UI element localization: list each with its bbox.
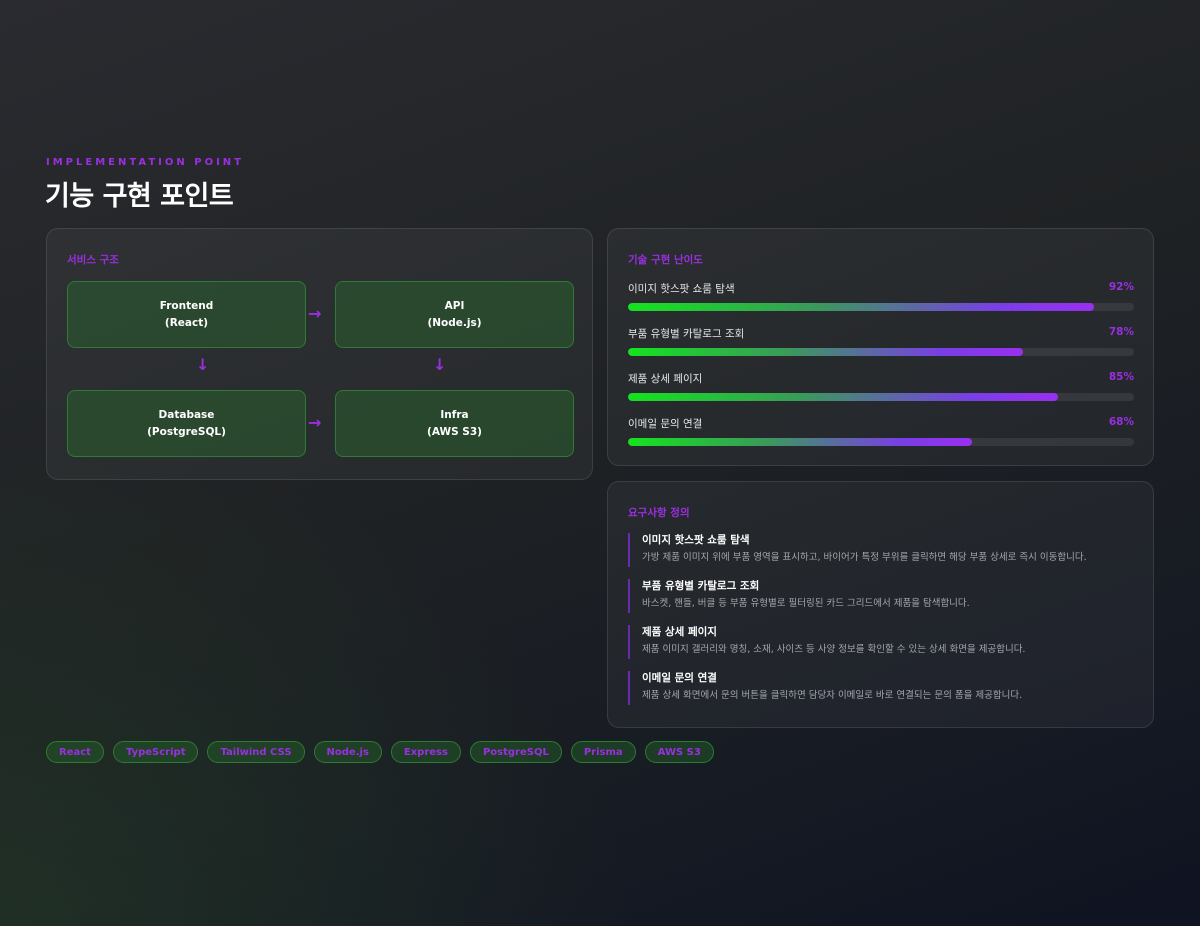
progress-fill	[628, 438, 973, 446]
difficulty-card: 기술 구현 난이도 이미지 핫스팟 쇼룸 탐색 92% 부품 유형별 카탈로그 …	[607, 228, 1154, 466]
requirement-item: 제품 상세 페이지 제품 이미지 갤러리와 명칭, 소재, 사이즈 등 사양 정…	[628, 625, 1134, 659]
tech-tag: PostgreSQL	[469, 741, 562, 763]
tech-tag: AWS S3	[644, 741, 714, 763]
tech-tag: Node.js	[313, 741, 382, 763]
frontend-node: Frontend (React)	[67, 281, 306, 348]
requirement-item: 이메일 문의 연결 제품 상세 화면에서 문의 버튼을 클릭하면 담당자 이메일…	[628, 671, 1134, 705]
arrow-down-icon: ↓	[433, 355, 447, 374]
tech-tag: Express	[390, 741, 461, 763]
requirement-desc: 제품 상세 화면에서 문의 버튼을 클릭하면 담당자 이메일로 바로 연결되는 …	[642, 690, 1023, 701]
node-name: Infra	[440, 408, 469, 421]
progress-track	[628, 303, 1134, 311]
requirement-title: 이메일 문의 연결	[642, 672, 717, 684]
arrow-right-icon: →	[308, 413, 322, 432]
arrow-right-icon: →	[308, 304, 322, 323]
requirements-card: 요구사항 정의 이미지 핫스팟 쇼룸 탐색 가방 제품 이미지 위에 부품 영역…	[607, 481, 1154, 728]
progress-track	[628, 348, 1134, 356]
difficulty-percent: 92%	[1108, 281, 1134, 293]
tech-tag-list: React TypeScript Tailwind CSS Node.js Ex…	[46, 741, 714, 763]
infra-node: Infra (AWS S3)	[335, 390, 574, 457]
progress-track	[628, 438, 1134, 446]
node-tech: (React)	[164, 316, 209, 329]
difficulty-percent: 85%	[1108, 371, 1134, 383]
node-tech: (AWS S3)	[427, 425, 482, 438]
requirement-item: 부품 유형별 카탈로그 조회 바스켓, 핸들, 버클 등 부품 유형별로 필터링…	[628, 579, 1134, 613]
requirement-desc: 가방 제품 이미지 위에 부품 영역을 표시하고, 바이어가 특정 부위를 클릭…	[642, 552, 1087, 563]
tech-tag: Tailwind CSS	[207, 741, 305, 763]
tech-tag: Prisma	[570, 741, 636, 763]
progress-track	[628, 393, 1134, 401]
eyebrow-label: IMPLEMENTATION POINT	[46, 157, 244, 168]
requirement-title: 이미지 핫스팟 쇼룸 탐색	[642, 534, 750, 546]
difficulty-row: 제품 상세 페이지 85%	[628, 371, 1134, 401]
requirements-label: 요구사항 정의	[628, 507, 690, 519]
node-tech: (Node.js)	[427, 316, 482, 329]
difficulty-percent: 78%	[1108, 326, 1134, 338]
tech-tag: React	[46, 741, 104, 763]
database-node: Database (PostgreSQL)	[67, 390, 306, 457]
api-node: API (Node.js)	[335, 281, 574, 348]
arrow-down-icon: ↓	[196, 355, 210, 374]
progress-fill	[628, 303, 1094, 311]
node-name: Frontend	[159, 299, 214, 312]
requirement-title: 부품 유형별 카탈로그 조회	[642, 580, 760, 592]
architecture-card: 서비스 구조 Frontend (React) API (Node.js) Da…	[46, 228, 593, 480]
difficulty-label: 기술 구현 난이도	[628, 254, 703, 266]
requirement-desc: 제품 이미지 갤러리와 명칭, 소재, 사이즈 등 사양 정보를 확인할 수 있…	[642, 644, 1026, 655]
difficulty-row: 부품 유형별 카탈로그 조회 78%	[628, 326, 1134, 356]
node-tech: (PostgreSQL)	[147, 425, 226, 438]
difficulty-row: 이메일 문의 연결 68%	[628, 416, 1134, 446]
architecture-label: 서비스 구조	[67, 254, 119, 266]
progress-fill	[628, 393, 1059, 401]
progress-fill	[628, 348, 1023, 356]
tech-tag: TypeScript	[112, 741, 199, 763]
node-name: API	[444, 299, 465, 312]
node-name: Database	[158, 408, 215, 421]
requirement-item: 이미지 핫스팟 쇼룸 탐색 가방 제품 이미지 위에 부품 영역을 표시하고, …	[628, 533, 1134, 567]
difficulty-row: 이미지 핫스팟 쇼룸 탐색 92%	[628, 281, 1134, 311]
requirement-title: 제품 상세 페이지	[642, 626, 717, 638]
page-title: 기능 구현 포인트	[45, 181, 234, 212]
requirement-desc: 바스켓, 핸들, 버클 등 부품 유형별로 필터링된 카드 그리드에서 제품을 …	[642, 598, 970, 609]
difficulty-name: 이메일 문의 연결	[628, 418, 703, 430]
difficulty-percent: 68%	[1108, 416, 1134, 428]
difficulty-name: 이미지 핫스팟 쇼룸 탐색	[628, 283, 735, 295]
difficulty-name: 부품 유형별 카탈로그 조회	[628, 328, 745, 340]
difficulty-name: 제품 상세 페이지	[628, 373, 703, 385]
